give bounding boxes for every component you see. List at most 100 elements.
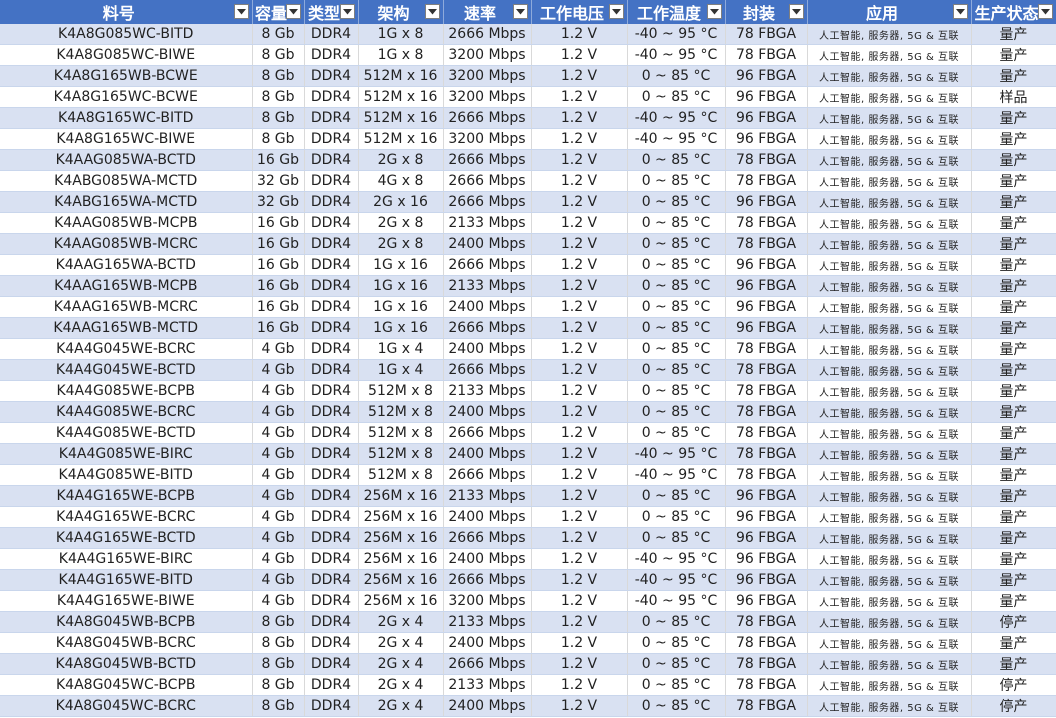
- cell-part-number[interactable]: K4A4G165WE-BCPB: [0, 485, 253, 507]
- cell-architecture[interactable]: 1G x 16: [358, 254, 444, 276]
- cell-application[interactable]: 人工智能, 服务器, 5G & 互联: [807, 632, 972, 654]
- cell-capacity[interactable]: 16 Gb: [252, 254, 305, 276]
- cell-voltage[interactable]: 1.2 V: [531, 632, 628, 654]
- cell-temperature[interactable]: 0 ~ 85 °C: [627, 86, 726, 108]
- cell-temperature[interactable]: 0 ~ 85 °C: [627, 380, 726, 402]
- cell-package[interactable]: 96 FBGA: [725, 107, 808, 129]
- cell-package[interactable]: 96 FBGA: [725, 590, 808, 612]
- cell-production-status[interactable]: 量产: [971, 548, 1056, 570]
- column-header-package[interactable]: 封装: [725, 0, 808, 24]
- cell-speed[interactable]: 2400 Mbps: [443, 443, 532, 465]
- cell-production-status[interactable]: 量产: [971, 275, 1056, 297]
- cell-application[interactable]: 人工智能, 服务器, 5G & 互联: [807, 317, 972, 339]
- cell-capacity[interactable]: 4 Gb: [252, 338, 305, 360]
- cell-speed[interactable]: 2666 Mbps: [443, 107, 532, 129]
- table-row[interactable]: K4A8G045WC-BCRC 8 Gb DDR4 2G x 4 2400 Mbps 1.…: [0, 695, 1056, 717]
- cell-production-status[interactable]: 量产: [971, 254, 1056, 276]
- cell-architecture[interactable]: 256M x 16: [358, 569, 444, 591]
- cell-voltage[interactable]: 1.2 V: [531, 24, 628, 45]
- cell-application[interactable]: 人工智能, 服务器, 5G & 互联: [807, 275, 972, 297]
- cell-production-status[interactable]: 停产: [971, 695, 1056, 717]
- cell-type[interactable]: DDR4: [304, 24, 359, 45]
- filter-dropdown-button[interactable]: [1037, 4, 1053, 19]
- cell-package[interactable]: 78 FBGA: [725, 24, 808, 45]
- cell-architecture[interactable]: 512M x 16: [358, 128, 444, 150]
- cell-part-number[interactable]: K4A4G165WE-BCRC: [0, 506, 253, 528]
- cell-production-status[interactable]: 量产: [971, 338, 1056, 360]
- cell-production-status[interactable]: 量产: [971, 317, 1056, 339]
- cell-speed[interactable]: 2666 Mbps: [443, 527, 532, 549]
- table-row[interactable]: K4AAG085WB-MCRC 16 Gb DDR4 2G x 8 2400 Mbps 1…: [0, 233, 1056, 255]
- cell-temperature[interactable]: 0 ~ 85 °C: [627, 674, 726, 696]
- cell-speed[interactable]: 2400 Mbps: [443, 401, 532, 423]
- cell-production-status[interactable]: 量产: [971, 506, 1056, 528]
- cell-temperature[interactable]: 0 ~ 85 °C: [627, 296, 726, 318]
- cell-capacity[interactable]: 4 Gb: [252, 569, 305, 591]
- cell-application[interactable]: 人工智能, 服务器, 5G & 互联: [807, 170, 972, 192]
- cell-speed[interactable]: 2133 Mbps: [443, 674, 532, 696]
- cell-package[interactable]: 78 FBGA: [725, 422, 808, 444]
- cell-speed[interactable]: 3200 Mbps: [443, 65, 532, 87]
- cell-architecture[interactable]: 2G x 4: [358, 611, 444, 633]
- column-header-speed[interactable]: 速率: [443, 0, 532, 24]
- cell-speed[interactable]: 2133 Mbps: [443, 212, 532, 234]
- cell-voltage[interactable]: 1.2 V: [531, 401, 628, 423]
- cell-package[interactable]: 96 FBGA: [725, 128, 808, 150]
- cell-capacity[interactable]: 4 Gb: [252, 506, 305, 528]
- table-row[interactable]: K4AAG165WA-BCTD 16 Gb DDR4 1G x 16 2666 Mbps…: [0, 254, 1056, 276]
- cell-architecture[interactable]: 2G x 4: [358, 695, 444, 717]
- cell-type[interactable]: DDR4: [304, 317, 359, 339]
- filter-dropdown-button[interactable]: [339, 4, 355, 19]
- cell-temperature[interactable]: 0 ~ 85 °C: [627, 527, 726, 549]
- cell-capacity[interactable]: 4 Gb: [252, 464, 305, 486]
- cell-capacity[interactable]: 8 Gb: [252, 611, 305, 633]
- column-header-application[interactable]: 应用: [807, 0, 972, 24]
- cell-architecture[interactable]: 512M x 16: [358, 86, 444, 108]
- cell-capacity[interactable]: 8 Gb: [252, 107, 305, 129]
- table-row[interactable]: K4A4G045WE-BCRC 4 Gb DDR4 1G x 4 2400 Mbps 1.…: [0, 338, 1056, 360]
- cell-speed[interactable]: 2400 Mbps: [443, 548, 532, 570]
- cell-type[interactable]: DDR4: [304, 86, 359, 108]
- column-header-temperature[interactable]: 工作温度: [627, 0, 726, 24]
- cell-capacity[interactable]: 8 Gb: [252, 653, 305, 675]
- cell-production-status[interactable]: 量产: [971, 569, 1056, 591]
- cell-production-status[interactable]: 量产: [971, 422, 1056, 444]
- cell-application[interactable]: 人工智能, 服务器, 5G & 互联: [807, 695, 972, 717]
- table-row[interactable]: K4AAG085WA-BCTD 16 Gb DDR4 2G x 8 2666 Mbps 1…: [0, 149, 1056, 171]
- cell-capacity[interactable]: 16 Gb: [252, 233, 305, 255]
- cell-production-status[interactable]: 量产: [971, 485, 1056, 507]
- cell-speed[interactable]: 2666 Mbps: [443, 317, 532, 339]
- cell-temperature[interactable]: 0 ~ 85 °C: [627, 632, 726, 654]
- cell-type[interactable]: DDR4: [304, 401, 359, 423]
- cell-production-status[interactable]: 量产: [971, 632, 1056, 654]
- cell-temperature[interactable]: -40 ~ 95 °C: [627, 128, 726, 150]
- table-row[interactable]: K4A8G165WC-BCWE 8 Gb DDR4 512M x 16 3200 Mbp…: [0, 86, 1056, 108]
- cell-capacity[interactable]: 8 Gb: [252, 44, 305, 66]
- column-header-production-status[interactable]: 生产状态: [971, 0, 1056, 24]
- cell-architecture[interactable]: 2G x 8: [358, 212, 444, 234]
- table-row[interactable]: K4A4G085WE-BCTD 4 Gb DDR4 512M x 8 2666 Mbps…: [0, 422, 1056, 444]
- cell-part-number[interactable]: K4A8G165WB-BCWE: [0, 65, 253, 87]
- cell-part-number[interactable]: K4A4G165WE-BIRC: [0, 548, 253, 570]
- cell-capacity[interactable]: 8 Gb: [252, 632, 305, 654]
- cell-capacity[interactable]: 4 Gb: [252, 590, 305, 612]
- table-row[interactable]: K4A8G085WC-BITD 8 Gb DDR4 1G x 8 2666 Mbps 1.…: [0, 24, 1056, 45]
- cell-architecture[interactable]: 512M x 16: [358, 65, 444, 87]
- cell-part-number[interactable]: K4A8G165WC-BCWE: [0, 86, 253, 108]
- cell-production-status[interactable]: 量产: [971, 24, 1056, 45]
- cell-type[interactable]: DDR4: [304, 44, 359, 66]
- cell-speed[interactable]: 2400 Mbps: [443, 296, 532, 318]
- cell-speed[interactable]: 2400 Mbps: [443, 506, 532, 528]
- cell-capacity[interactable]: 8 Gb: [252, 86, 305, 108]
- cell-application[interactable]: 人工智能, 服务器, 5G & 互联: [807, 44, 972, 66]
- cell-architecture[interactable]: 1G x 16: [358, 317, 444, 339]
- filter-dropdown-button[interactable]: [788, 4, 804, 19]
- cell-package[interactable]: 96 FBGA: [725, 317, 808, 339]
- cell-voltage[interactable]: 1.2 V: [531, 548, 628, 570]
- cell-application[interactable]: 人工智能, 服务器, 5G & 互联: [807, 506, 972, 528]
- cell-architecture[interactable]: 1G x 8: [358, 44, 444, 66]
- cell-package[interactable]: 78 FBGA: [725, 380, 808, 402]
- cell-voltage[interactable]: 1.2 V: [531, 317, 628, 339]
- cell-application[interactable]: 人工智能, 服务器, 5G & 互联: [807, 359, 972, 381]
- table-row[interactable]: K4A8G165WC-BIWE 8 Gb DDR4 512M x 16 3200 Mbp…: [0, 128, 1056, 150]
